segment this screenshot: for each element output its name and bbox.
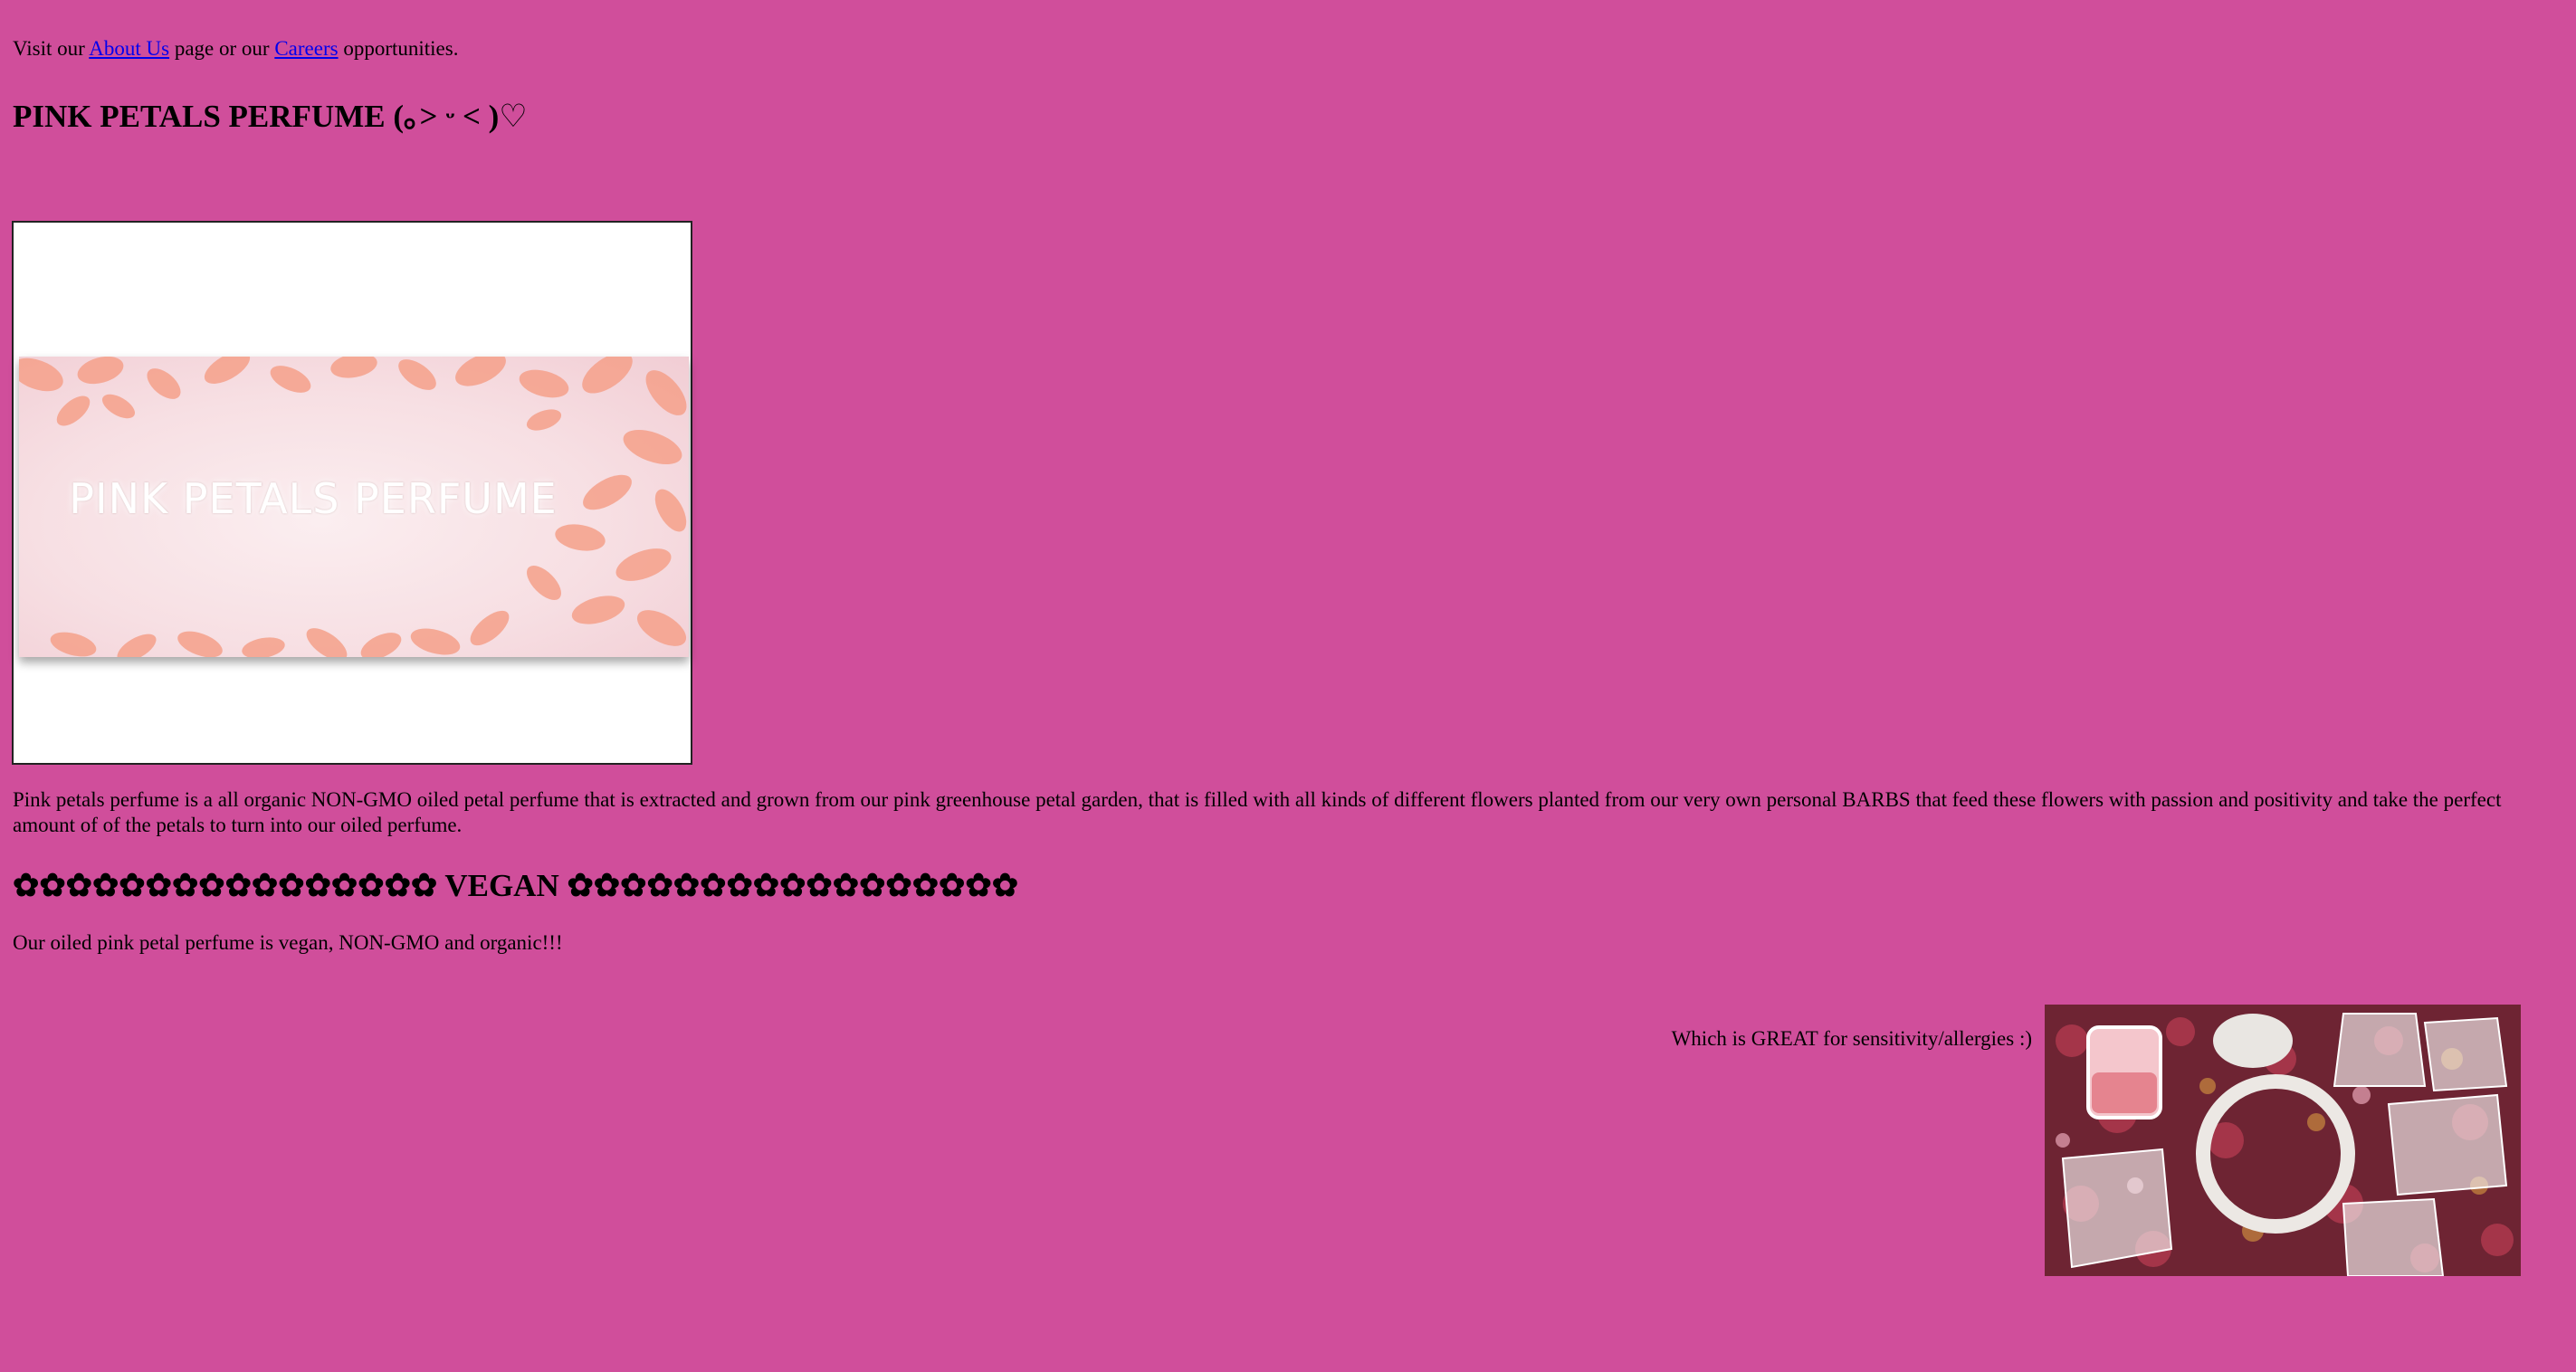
potpourri-illustration [2045, 1005, 2521, 1276]
hero-banner-text: PINK PETALS PERFUME [69, 474, 558, 523]
product-photo [2045, 1005, 2521, 1276]
hero-image: PINK PETALS PERFUME [12, 221, 692, 765]
intro-middle: page or our [174, 37, 270, 60]
allergy-text: Which is GREAT for sensitivity/allergies… [1671, 1027, 2032, 1050]
hero-banner: PINK PETALS PERFUME [19, 357, 689, 657]
intro-suffix: opportunities. [343, 37, 459, 60]
about-us-link[interactable]: About Us [89, 37, 169, 60]
page-title: PINK PETALS PERFUME (｡˃ ᵕ ˂ )♡ [13, 99, 528, 134]
intro-prefix: Visit our [13, 37, 85, 60]
product-description: Pink petals perfume is a all organic NON… [13, 788, 2502, 836]
vegan-text: Our oiled pink petal perfume is vegan, N… [13, 931, 563, 954]
vegan-heading: ✿✿✿✿✿✿✿✿✿✿✿✿✿✿✿✿ VEGAN ✿✿✿✿✿✿✿✿✿✿✿✿✿✿✿✿✿ [13, 868, 1019, 903]
intro-line: Visit our About Us page or our Careers o… [13, 36, 458, 62]
careers-link[interactable]: Careers [274, 37, 338, 60]
